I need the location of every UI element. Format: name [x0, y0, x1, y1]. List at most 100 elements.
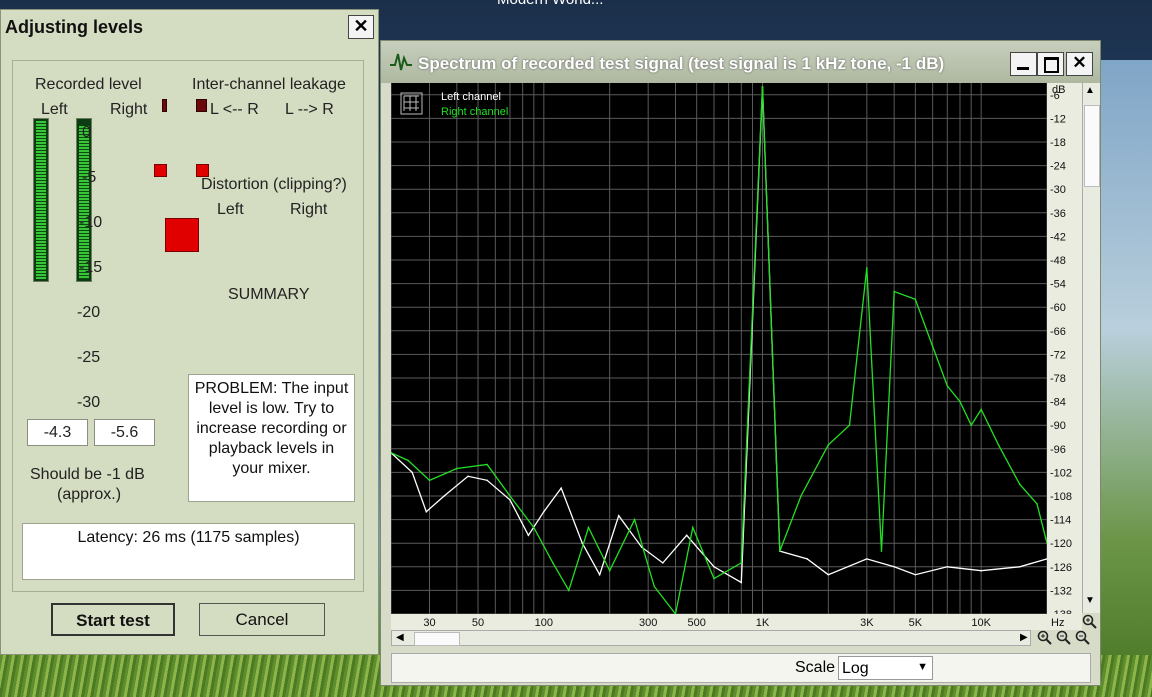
spectrum-close-button[interactable]: ✕: [1066, 52, 1093, 76]
data-point: [970, 424, 972, 427]
y-tick-label: -24: [1050, 161, 1066, 173]
scroll-right-icon[interactable]: ▶: [1020, 632, 1028, 643]
y-tick-label: -96: [1050, 444, 1066, 456]
data-point: [662, 562, 664, 564]
spectrum-titlebar[interactable]: Spectrum of recorded test signal (test s…: [381, 41, 1100, 83]
data-point: [980, 569, 982, 572]
vertical-scrollbar[interactable]: ▲ ▼: [1082, 83, 1100, 613]
close-icon: ✕: [353, 16, 369, 36]
dialog-titlebar[interactable]: Adjusting levels ✕: [1, 10, 378, 44]
data-point: [713, 577, 715, 580]
start-test-button[interactable]: Start test: [51, 603, 175, 636]
data-point: [761, 86, 764, 88]
y-tick-label: -108: [1050, 491, 1072, 503]
maximize-icon: [1044, 57, 1059, 73]
data-point: [848, 424, 851, 427]
zoom-reset-icon: [1075, 630, 1090, 645]
data-point: [428, 479, 431, 482]
meter-scale-20: -20: [77, 304, 101, 321]
minimize-icon: [1017, 67, 1029, 70]
data-point: [931, 345, 934, 348]
data-point: [997, 444, 1000, 446]
meter-scale-30: -30: [77, 394, 101, 411]
horizontal-scroll-thumb[interactable]: [414, 632, 460, 646]
zoom-fit-icon: [1082, 614, 1097, 629]
legend-right-channel: Right channel: [441, 106, 508, 118]
horizontal-scrollbar[interactable]: ◀ ▶: [391, 630, 1031, 646]
summary-indicator: [165, 218, 199, 252]
data-point: [598, 573, 601, 576]
legend-left-channel: Left channel: [441, 91, 501, 103]
recorded-level-heading: Recorded level: [35, 76, 142, 93]
scale-label: Scale: [795, 659, 836, 676]
data-point: [1018, 566, 1021, 568]
vertical-scroll-thumb[interactable]: [1084, 105, 1100, 187]
plot-background: [391, 83, 1047, 614]
x-tick-label: 30: [423, 617, 435, 629]
left-meter-label: Left: [41, 101, 68, 118]
y-tick-label: -120: [1050, 538, 1072, 550]
y-tick-label: -66: [1050, 326, 1066, 338]
y-tick-label: -18: [1050, 137, 1066, 149]
x-tick-label: 5K: [909, 617, 923, 629]
y-tick-label: -90: [1050, 420, 1066, 432]
data-point: [740, 581, 743, 584]
cancel-button[interactable]: Cancel: [199, 603, 325, 636]
right-meter-fill: [79, 125, 89, 279]
scroll-down-icon[interactable]: ▼: [1085, 595, 1095, 606]
maximize-button[interactable]: [1037, 52, 1064, 76]
data-point: [486, 479, 488, 482]
x-tick-label: 1K: [756, 617, 770, 629]
close-button[interactable]: ✕: [348, 15, 374, 39]
leakage-indicator-right: [196, 99, 207, 112]
data-point: [608, 569, 611, 572]
data-point: [552, 562, 554, 564]
x-axis-label: Hz: [1051, 617, 1064, 629]
data-point: [653, 585, 656, 588]
zoom-reset-button[interactable]: [1075, 630, 1091, 646]
spectrum-window: Spectrum of recorded test signal (test s…: [380, 40, 1101, 686]
zoom-in-icon: [1037, 630, 1052, 645]
scroll-left-icon[interactable]: ◀: [396, 632, 404, 643]
zoom-fit-vertical-button[interactable]: [1082, 614, 1099, 630]
zoom-out-button[interactable]: [1056, 630, 1072, 646]
problem-message: PROBLEM: The input level is low. Try to …: [188, 374, 355, 502]
spectrum-title: Spectrum of recorded test signal (test s…: [418, 54, 945, 73]
minimize-button[interactable]: [1010, 52, 1037, 76]
meter-scale-0: 0: [82, 124, 91, 141]
data-point: [806, 558, 808, 560]
desktop-window-caption: Modern World...: [497, 0, 603, 8]
data-point: [685, 534, 688, 537]
data-point: [567, 589, 570, 592]
y-tick-label: -126: [1050, 562, 1072, 574]
left-level-value: -4.3: [27, 419, 88, 446]
data-point: [407, 459, 410, 462]
scroll-up-icon[interactable]: ▲: [1085, 85, 1095, 96]
y-tick-label: -132: [1050, 585, 1072, 597]
data-point: [779, 550, 781, 552]
x-tick-label: 500: [688, 617, 706, 629]
scale-dropdown[interactable]: Log ▼: [838, 656, 933, 680]
y-tick-label: -42: [1050, 231, 1066, 243]
x-tick-label: 300: [639, 617, 657, 629]
left-meter-fill: [36, 121, 46, 279]
zoom-out-icon: [1056, 630, 1071, 645]
zoom-in-button[interactable]: [1037, 630, 1053, 646]
chevron-down-icon: ▼: [917, 661, 928, 673]
right-level-meter: [76, 118, 92, 282]
adjusting-levels-dialog: Adjusting levels ✕ Recorded level Left R…: [0, 9, 379, 655]
y-tick-label: -84: [1050, 397, 1066, 409]
latency-box: Latency: 26 ms (1175 samples): [22, 523, 355, 580]
data-point: [456, 467, 458, 470]
x-tick-label: 100: [535, 617, 553, 629]
data-point: [443, 495, 445, 497]
data-point: [1036, 503, 1038, 505]
y-tick-label: -12: [1050, 113, 1066, 125]
spectrum-statusbar: Scale Log ▼: [391, 653, 1091, 683]
data-point: [827, 573, 830, 576]
scale-dropdown-value: Log: [842, 660, 869, 677]
data-point: [527, 534, 530, 537]
meter-scale-25: -25: [77, 349, 101, 366]
distortion-right-label: Right: [290, 201, 328, 218]
leakage-l-to-r-label: L --> R: [285, 101, 334, 118]
